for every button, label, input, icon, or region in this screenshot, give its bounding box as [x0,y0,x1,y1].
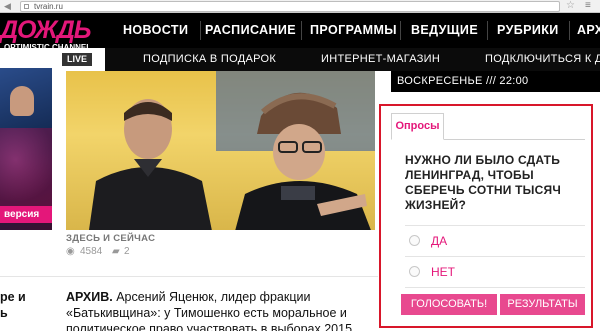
promo-version-badge[interactable]: версия [0,206,52,223]
radio-button[interactable] [409,266,420,277]
promo-figure [10,86,34,116]
headline-prefix: АРХИВ. [66,290,113,304]
nav-divider [487,21,488,40]
nav-item-archive[interactable]: АРХ [577,13,600,48]
poll-option-label[interactable]: ДА [431,233,447,249]
tab-polls[interactable]: Опросы [391,113,444,140]
nav-divider [200,21,201,40]
subnav-gift-subscription[interactable]: ПОДПИСКА В ПОДАРОК [143,48,276,71]
results-button[interactable]: РЕЗУЛЬТАТЫ [500,294,585,315]
article-rubric[interactable]: ЗДЕСЬ И СЕЙЧАС [66,233,155,244]
live-badge: LIVE [62,53,92,66]
page-icon [24,4,29,9]
nav-item-programs[interactable]: ПРОГРАММЫ [310,13,397,48]
poll-option-label[interactable]: НЕТ [431,264,455,280]
left-article-title[interactable]: ре и ь [0,289,40,321]
nav-divider [301,21,302,40]
headline-text: политическое право участвовать в выборах… [66,322,353,331]
headline-text: Арсений Яценюк, лидер фракции [112,290,311,304]
poll-divider [405,287,585,288]
nav-divider [569,21,570,40]
left-article-line: ь [0,306,8,320]
divider [0,276,378,277]
bookmark-star-icon[interactable]: ☆ [566,0,575,12]
comment-icon: ▰ [112,246,120,257]
url-text[interactable]: tvrain.ru [34,2,63,11]
url-field[interactable]: tvrain.ru [20,1,560,12]
views-count: 4584 [80,246,103,257]
promo-graphic [0,128,52,208]
poll-divider [405,256,585,257]
article-headline[interactable]: АРХИВ. Арсений Яценюк, лидер фракции «Ба… [66,289,376,331]
nav-item-hosts[interactable]: ВЕДУЩИЕ [411,13,478,48]
radio-button[interactable] [409,235,420,246]
subnav-online-store[interactable]: ИНТЕРНЕТ-МАГАЗИН [321,48,440,71]
nav-item-schedule[interactable]: РАСПИСАНИЕ [205,13,296,48]
eye-icon: ◉ [66,246,75,257]
nav-divider [400,21,401,40]
logo-wordmark: ДОЖДЬ [0,16,91,44]
person-right [235,92,371,230]
channel-logo[interactable]: ДОЖДЬ OPTIMISTIC CHANNEL LIVE [0,16,105,68]
subnav-connect[interactable]: ПОДКЛЮЧИТЬСЯ К ДО [485,48,600,71]
schedule-strip[interactable]: ВОСКРЕСЕНЬЕ /// 22:00 [391,71,600,92]
person-left [89,99,212,230]
poll-question: НУЖНО ЛИ БЫЛО СДАТЬ ЛЕНИНГРАД, ЧТОБЫ СБЕ… [405,153,561,212]
poll-widget: Опросы НУЖНО ЛИ БЫЛО СДАТЬ ЛЕНИНГРАД, ЧТ… [379,104,593,328]
left-article-line: ре и [0,290,26,304]
logo-tagline: OPTIMISTIC CHANNEL [4,43,92,52]
nav-item-news[interactable]: НОВОСТИ [123,13,188,48]
comments-count[interactable]: 2 [124,246,130,258]
nav-item-rubrics[interactable]: РУБРИКИ [497,13,559,48]
secondary-nav: ПОДПИСКА В ПОДАРОК ИНТЕРНЕТ-МАГАЗИН ПОДК… [105,48,600,71]
article-photo[interactable] [66,71,375,230]
back-arrow-icon[interactable]: ◀ [4,1,11,12]
poll-divider [405,225,585,226]
browser-menu-icon[interactable]: ≡ [585,0,591,12]
vote-button[interactable]: ГОЛОСОВАТЬ! [401,294,497,315]
browser-address-bar: ◀ tvrain.ru ☆ ≡ [0,0,600,13]
headline-text: «Батькивщина»: у Тимошенко есть морально… [66,306,347,320]
